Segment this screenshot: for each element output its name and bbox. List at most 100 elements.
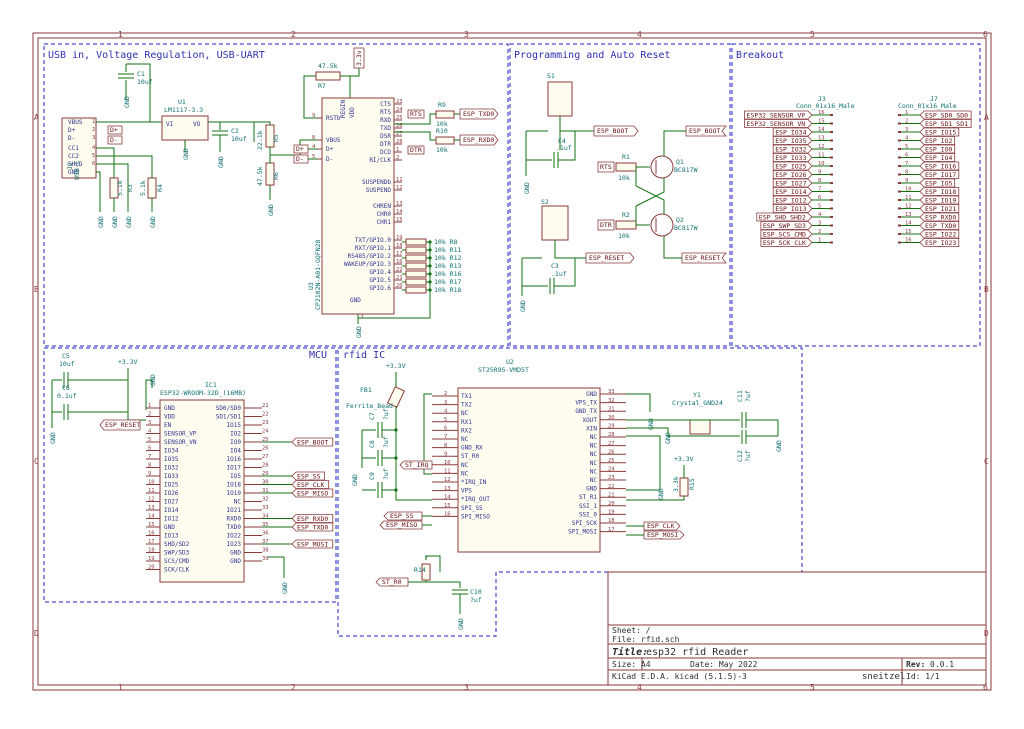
grid-col-bottom: 4 — [637, 683, 642, 692]
r9-ref: R9 — [438, 101, 446, 109]
j7-pin-head — [898, 156, 901, 159]
ic1-right-pin-number: 28 — [262, 463, 269, 469]
j2-pin-number: 3 — [92, 135, 95, 141]
ic1-left-pin-name: IO27 — [164, 499, 179, 506]
j7-net-label: ESP_IO23 — [925, 239, 956, 247]
ic1-left-pin-number: 15 — [148, 522, 155, 528]
esp-txd0-tag-usb-text: ESP_TXD0 — [463, 110, 494, 118]
ic1-left-pin-name: IO32 — [164, 465, 179, 472]
u2-left-pin-name: *IRQ_OUT — [461, 496, 490, 503]
ic1-right-pin-name: GND — [230, 550, 241, 557]
u2-ref: U2 — [506, 358, 514, 366]
ic1-left-pin-number: 5 — [148, 437, 151, 443]
u2-left-pin-number: 15 — [444, 503, 451, 509]
ic1-left-pin-name: EN — [164, 422, 172, 429]
ic1-left-pin-name: IO12 — [164, 516, 179, 523]
s2-switch — [541, 205, 569, 241]
ic1-right-pin-name: IO0 — [230, 439, 241, 446]
q2-value: BC817W — [674, 224, 698, 232]
ic1-right-pin-name: TXD0 — [227, 524, 242, 531]
u3-right-pin-name: WAKEUP/GPIO.3 — [344, 261, 391, 268]
r10-ref: R10 — [436, 127, 448, 135]
u3-right-pin-name: DTR — [380, 141, 391, 148]
u2-right-pin-name: GND — [586, 486, 597, 493]
ic1-left-pin-number: 11 — [148, 488, 155, 494]
u2-left-pin-number: 12 — [444, 477, 451, 483]
j7-pin-head — [898, 148, 901, 150]
ic1-left-pin-name: SENSOR_VN — [164, 439, 197, 446]
rfid-rail-label: +3.3V — [386, 362, 406, 370]
u1-regulator — [161, 115, 209, 141]
r5-ref: R5 — [272, 134, 280, 142]
u3-left-pin-name: D+ — [326, 146, 334, 153]
grid-col-bottom: 2 — [291, 683, 296, 692]
j2-pin-number: 5 — [92, 153, 95, 159]
u2-left-pin-number: 10 — [444, 460, 451, 466]
ic1-left-pin-number: 20 — [148, 565, 155, 571]
rbank-resistor — [405, 286, 427, 294]
rbank-label: 10k R8 — [434, 238, 458, 246]
ic1-left-pin-name: SWP/SD3 — [164, 550, 190, 557]
u3-right-pin-number: 28 — [396, 139, 403, 145]
j3-pin-head — [830, 139, 833, 142]
u2-left-pin-number: 6 — [444, 426, 447, 432]
u3-right-pin-number: 20 — [396, 283, 403, 289]
ic1-left-pin-name: IO26 — [164, 490, 179, 497]
ic1-right-pin-number: 27 — [262, 454, 269, 460]
r2-resistor — [615, 220, 637, 230]
j3-pin-head — [830, 114, 833, 116]
r1-resistor — [615, 162, 637, 172]
j7-pin-number: 12 — [905, 204, 912, 210]
rbank-label: 10k R17 — [434, 278, 461, 286]
j7-net-label: ESP_IO18 — [925, 188, 956, 196]
u2-left-pin-number: 14 — [444, 494, 451, 500]
ic1-left-pin-name: SCS/CMD — [164, 558, 190, 565]
j2-pin-name: CC2 — [68, 153, 79, 160]
ic1-left-pin-name: IO25 — [164, 482, 179, 489]
tb-rev-label: Rev: — [906, 660, 925, 669]
j7-pin-head — [898, 233, 901, 235]
gpio-resistor-bank: 10k R810k R1110k R1210k R1310k R1610k R1… — [402, 238, 461, 294]
u3-right-pin-name: RS485/GPIO.2 — [348, 253, 392, 260]
r7-ref: R7 — [318, 82, 326, 90]
schematic-sheet: 112233445566A AB BC CD D USB in, Voltage Reg… — [32, 30, 992, 692]
ic1-left-pin-name: GND — [164, 524, 175, 531]
u2-right-pin-name: SPI_MOSI — [568, 529, 597, 536]
mcu-net-tags: ESP_BOOTESP_SSESP_CLKESP_MISOESP_RXD0ESP… — [262, 437, 334, 549]
u3-right-pin-number: 14 — [396, 209, 403, 215]
ic1-left-pin-number: 1 — [148, 403, 151, 409]
c7-value: ?uf — [382, 408, 390, 420]
ic1-left-pin-number: 10 — [148, 480, 155, 486]
u2-right-pin-name: GND — [586, 391, 597, 398]
c10-ref: C10 — [470, 588, 482, 596]
u2-right-pin-name: NC — [590, 460, 598, 467]
q2-cross-wire — [635, 167, 665, 214]
j7-net-label: ESP_SD0_SD0 — [925, 111, 968, 119]
rbank-label: 10k R13 — [434, 262, 461, 270]
u3-left-pin-name: REGIN — [340, 100, 347, 118]
rbank-resistor — [405, 262, 427, 270]
y1-value: Crystal_GND24 — [672, 399, 723, 407]
ic1-left-pin-name: SCK/CLK — [164, 567, 190, 574]
ic1-left-pin-number: 13 — [148, 505, 155, 511]
r9-resistor — [435, 110, 455, 119]
grid-col-top: 3 — [464, 30, 469, 39]
u3-right-pin-number: 17 — [396, 251, 403, 257]
u2-right-pin-number: 17 — [608, 527, 615, 533]
j7-pin-number: 14 — [905, 221, 912, 227]
grid-row-left: B — [34, 285, 39, 294]
u2-right-pin-name: NC — [590, 434, 598, 441]
c9-value: ?uf — [382, 468, 390, 480]
j3-pin-number: 6 — [818, 195, 821, 201]
tb-file: File: rfid.sch — [612, 635, 680, 644]
j7-pin-number: 16 — [905, 238, 912, 244]
ic1-right-pin-name: IO15 — [227, 422, 242, 429]
esp-mosi-tag-rfid-text: ESP_MOSI — [647, 531, 678, 539]
y1-crystal — [689, 419, 711, 435]
j7-net-label: ESP_IO2 — [925, 137, 952, 145]
j3-pin-number: 5 — [818, 204, 821, 210]
c1-gnd: GND — [123, 96, 131, 108]
j7-pin-number: 10 — [905, 187, 912, 193]
fb1-ref: FB1 — [360, 386, 372, 394]
j7-connector: 1 ESP_SD0_SD02 ESP_SD1_SD13 ESP_IO154 ESP_IO… — [898, 110, 972, 247]
